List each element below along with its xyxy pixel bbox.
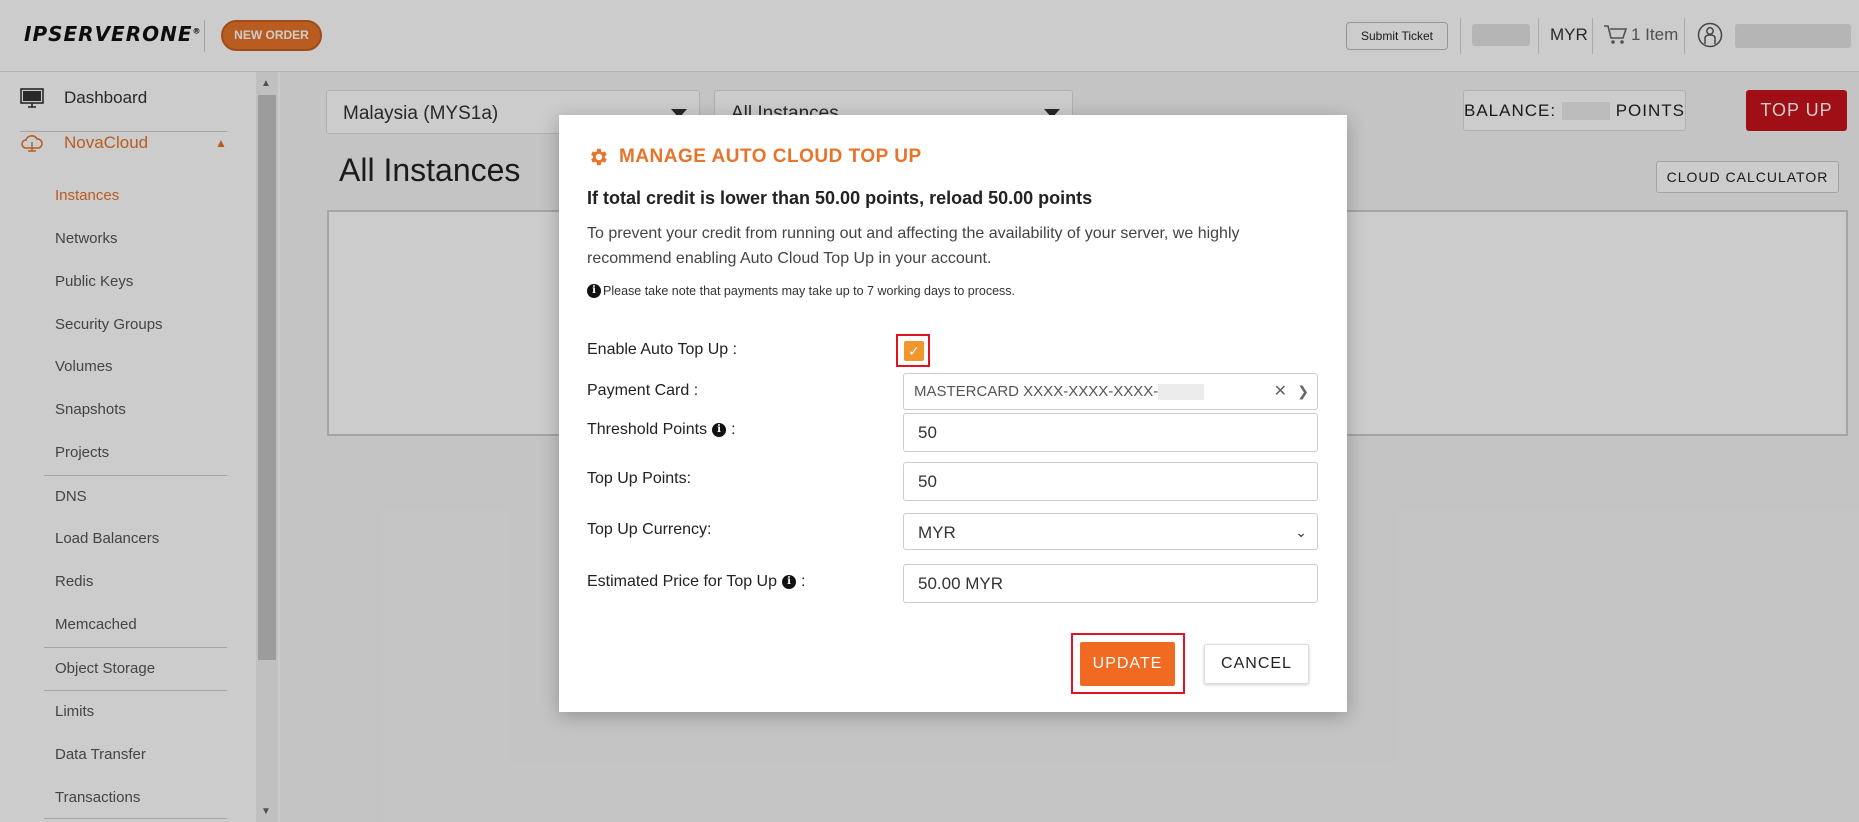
estimated-price-field: 50.00 MYR (903, 564, 1318, 603)
payment-card-value: MASTERCARD XXXX-XXXX-XXXX- (914, 383, 1159, 400)
redacted-card-digits (1158, 384, 1205, 401)
dialog-note-text: Please take note that payments may take … (603, 284, 1016, 298)
payment-card-label: Payment Card : (587, 382, 699, 399)
update-button[interactable]: UPDATE (1080, 642, 1175, 686)
dialog-title: MANAGE AUTO CLOUD TOP UP (587, 146, 922, 168)
estimated-price-label: Estimated Price for Top Up i : (587, 573, 805, 591)
threshold-points-label: Threshold Points i : (587, 421, 736, 439)
estimated-price-label-text: Estimated Price for Top Up (587, 573, 778, 590)
chevron-down-icon: ❯ (1297, 383, 1309, 399)
payment-card-select[interactable]: MASTERCARD XXXX-XXXX-XXXX- ✕ ❯ (903, 373, 1318, 410)
gear-icon (591, 148, 607, 166)
dialog-heading: If total credit is lower than 50.00 poin… (587, 188, 1093, 208)
top-up-points-input[interactable]: 50 (903, 462, 1318, 501)
info-icon[interactable]: i (712, 423, 727, 437)
top-up-currency-select[interactable]: MYR ⌄ (903, 513, 1318, 550)
info-icon: i (587, 284, 601, 298)
dialog-title-text: MANAGE AUTO CLOUD TOP UP (619, 146, 922, 167)
threshold-points-label-text: Threshold Points (587, 421, 708, 438)
checkmark-icon: ✓ (908, 343, 920, 359)
chevron-down-icon: ⌄ (1295, 524, 1307, 540)
threshold-points-input[interactable]: 50 (903, 413, 1318, 452)
dialog-description: To prevent your credit from running out … (587, 225, 1240, 267)
clear-icon[interactable]: ✕ (1274, 374, 1287, 409)
cancel-button[interactable]: CANCEL (1204, 644, 1309, 684)
enable-auto-top-up-checkbox[interactable]: ✓ (904, 341, 924, 361)
estimated-price-label-colon: : (801, 573, 806, 590)
dialog-note: i Please take note that payments may tak… (587, 284, 1015, 298)
enable-auto-top-up-label: Enable Auto Top Up : (587, 341, 738, 358)
auto-top-up-dialog: MANAGE AUTO CLOUD TOP UP If total credit… (559, 115, 1347, 712)
top-up-points-label: Top Up Points: (587, 470, 692, 487)
top-up-currency-value: MYR (918, 523, 956, 542)
threshold-points-label-colon: : (731, 421, 736, 438)
info-icon[interactable]: i (782, 575, 797, 589)
top-up-currency-label: Top Up Currency: (587, 521, 712, 538)
